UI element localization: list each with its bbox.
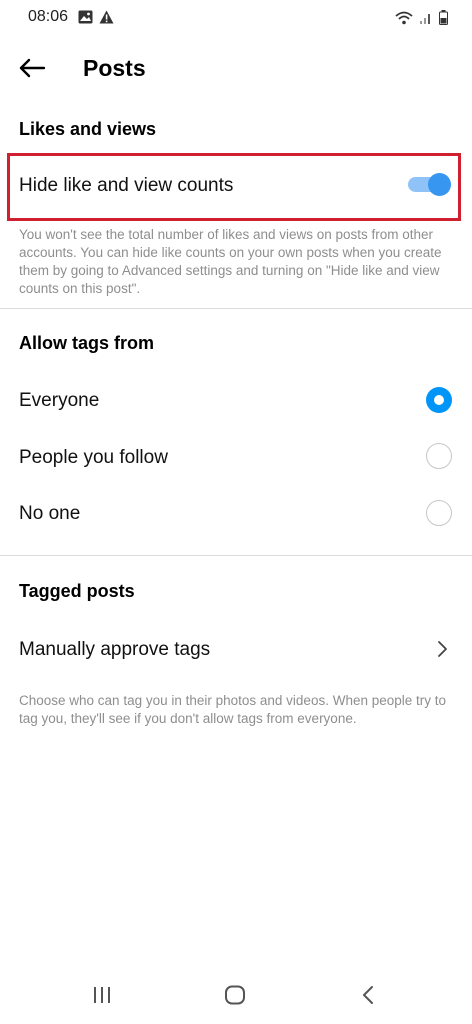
arrow-left-icon <box>18 58 46 83</box>
manually-approve-label: Manually approve tags <box>19 639 211 660</box>
system-nav-bar <box>0 970 472 1024</box>
tagged-description: Choose who can tag you in their photos a… <box>19 693 447 726</box>
recent-apps-icon <box>92 986 112 1009</box>
tagged-section-title: Tagged posts <box>19 581 135 601</box>
back-button[interactable] <box>14 54 50 86</box>
likes-description: You won't see the total number of likes … <box>19 227 442 296</box>
recent-apps-button[interactable] <box>82 982 122 1012</box>
radio-no-one[interactable] <box>426 500 452 526</box>
battery-icon <box>439 10 448 30</box>
divider <box>0 308 472 309</box>
tags-section-title: Allow tags from <box>19 333 155 353</box>
chevron-right-icon <box>436 640 448 663</box>
app-header: Posts <box>0 44 472 96</box>
status-bar: 08:06 <box>0 0 472 36</box>
chevron-left-icon <box>361 985 375 1010</box>
option-label: People you follow <box>19 447 168 468</box>
tag-option-everyone[interactable]: Everyone <box>0 375 472 425</box>
home-icon <box>224 985 246 1010</box>
radio-everyone[interactable] <box>426 387 452 413</box>
status-time: 08:06 <box>28 8 69 25</box>
likes-section-title: Likes and views <box>19 119 157 139</box>
manually-approve-tags-row[interactable]: Manually approve tags <box>0 623 472 677</box>
divider <box>0 555 472 556</box>
hide-counts-toggle[interactable] <box>408 173 452 196</box>
signal-icon <box>419 11 433 30</box>
wifi-icon <box>395 11 413 30</box>
gallery-icon <box>78 10 93 29</box>
warning-icon <box>99 10 114 29</box>
option-label: No one <box>19 503 81 524</box>
back-nav-button[interactable] <box>348 982 388 1012</box>
page-title: Posts <box>83 55 146 81</box>
home-button[interactable] <box>215 982 255 1012</box>
tag-option-people-you-follow[interactable]: People you follow <box>0 432 472 482</box>
hide-counts-row[interactable]: Hide like and view counts <box>0 159 472 215</box>
option-label: Everyone <box>19 390 100 411</box>
toggle-thumb <box>428 173 451 196</box>
tag-option-no-one[interactable]: No one <box>0 488 472 538</box>
radio-people-you-follow[interactable] <box>426 443 452 469</box>
hide-counts-label: Hide like and view counts <box>19 175 234 196</box>
